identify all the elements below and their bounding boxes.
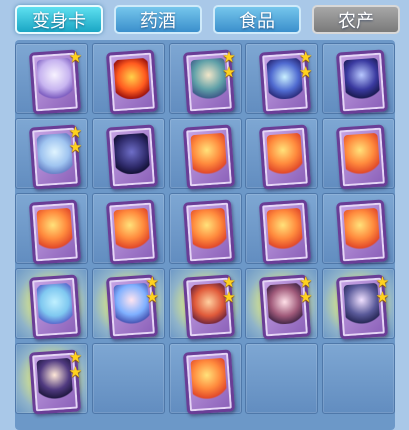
star-icon: ★ (68, 48, 83, 66)
star-rating: ★ ★ (68, 350, 83, 380)
phoenix-card-icon (259, 124, 312, 190)
phoenix-card-icon (28, 199, 82, 265)
item-slot[interactable] (168, 343, 242, 415)
star-rating: ★ ★ (68, 125, 83, 155)
tab-farm-produce[interactable]: 农产 (312, 5, 400, 34)
tab-label: 食品 (239, 10, 275, 32)
item-slot[interactable] (91, 43, 165, 115)
star-rating: ★ ★ (375, 275, 390, 305)
phoenix-card-icon (335, 199, 389, 265)
item-slot[interactable] (15, 268, 88, 340)
item-slot[interactable]: ★ ★ (15, 343, 88, 415)
star-icon: ★ (375, 288, 390, 306)
card-art (113, 207, 150, 251)
tab-label: 药酒 (140, 10, 176, 32)
item-slot[interactable] (322, 43, 395, 115)
tab-label: 农产 (338, 10, 374, 32)
item-slot[interactable]: ★ ★ (91, 268, 165, 340)
star-icon: ★ (145, 288, 159, 306)
tab-food[interactable]: 食品 (213, 5, 301, 34)
ice-dragon-card-icon (28, 274, 82, 340)
star-icon: ★ (68, 138, 83, 156)
star-icon: ★ (222, 288, 236, 306)
item-slot[interactable] (245, 118, 319, 190)
tab-label: 变身卡 (32, 10, 86, 32)
item-slot[interactable] (91, 193, 165, 265)
item-slot[interactable]: ★ ★ (245, 43, 319, 115)
star-rating: ★ ★ (298, 275, 313, 305)
card-art (36, 207, 74, 251)
card-art (113, 132, 150, 176)
card-art (343, 207, 381, 251)
item-slot[interactable] (15, 193, 88, 265)
inventory-grid: ★ ★ ★ ★ ★ ★ ★ ★ ★ ★ ★ ★ ★ ★ ★ ★ ★ (15, 40, 395, 430)
card-art (343, 132, 381, 176)
card-art (113, 57, 150, 101)
item-slot[interactable]: ★ ★ (168, 43, 242, 115)
item-slot[interactable]: ★ ★ (168, 268, 242, 340)
star-icon: ★ (68, 363, 83, 381)
card-art (189, 207, 227, 251)
item-slot[interactable] (168, 118, 242, 190)
item-slot[interactable]: ★ (15, 43, 88, 115)
category-tabs: 变身卡 药酒 食品 农产 (0, 0, 409, 40)
phoenix-card-icon (182, 124, 235, 190)
item-slot[interactable] (91, 118, 165, 190)
item-slot[interactable]: ★ ★ (245, 268, 319, 340)
tab-transform-card[interactable]: 变身卡 (15, 5, 103, 34)
phoenix-card-icon (105, 199, 158, 265)
star-rating: ★ ★ (222, 275, 237, 305)
star-rating: ★ ★ (298, 50, 313, 80)
item-slot[interactable] (245, 193, 319, 265)
item-slot[interactable] (322, 193, 395, 265)
item-slot[interactable]: ★ ★ (322, 268, 395, 340)
phoenix-card-icon (335, 124, 389, 190)
fire-spirit-card-icon (105, 49, 158, 115)
tab-medicine-wine[interactable]: 药酒 (114, 5, 202, 34)
phoenix-card-icon (182, 349, 235, 415)
card-art (189, 357, 227, 401)
card-art (343, 57, 381, 101)
card-art (189, 132, 227, 176)
star-rating: ★ ★ (222, 50, 237, 80)
empty-slot (245, 343, 319, 414)
star-rating: ★ (68, 50, 83, 65)
card-art (36, 282, 74, 326)
star-icon: ★ (222, 63, 236, 81)
item-slot[interactable]: ★ ★ (15, 118, 88, 190)
empty-slot (91, 343, 165, 414)
phoenix-card-icon (182, 199, 235, 265)
wizard-card-icon (335, 49, 389, 115)
card-art (266, 207, 304, 251)
dark-horse-card-icon (105, 124, 158, 190)
phoenix-card-icon (259, 199, 312, 265)
card-art (266, 132, 304, 176)
star-rating: ★ ★ (145, 275, 160, 305)
empty-slot (322, 343, 395, 414)
star-icon: ★ (299, 63, 313, 81)
item-slot[interactable] (168, 193, 242, 265)
item-slot[interactable] (322, 118, 395, 190)
star-icon: ★ (299, 288, 313, 306)
